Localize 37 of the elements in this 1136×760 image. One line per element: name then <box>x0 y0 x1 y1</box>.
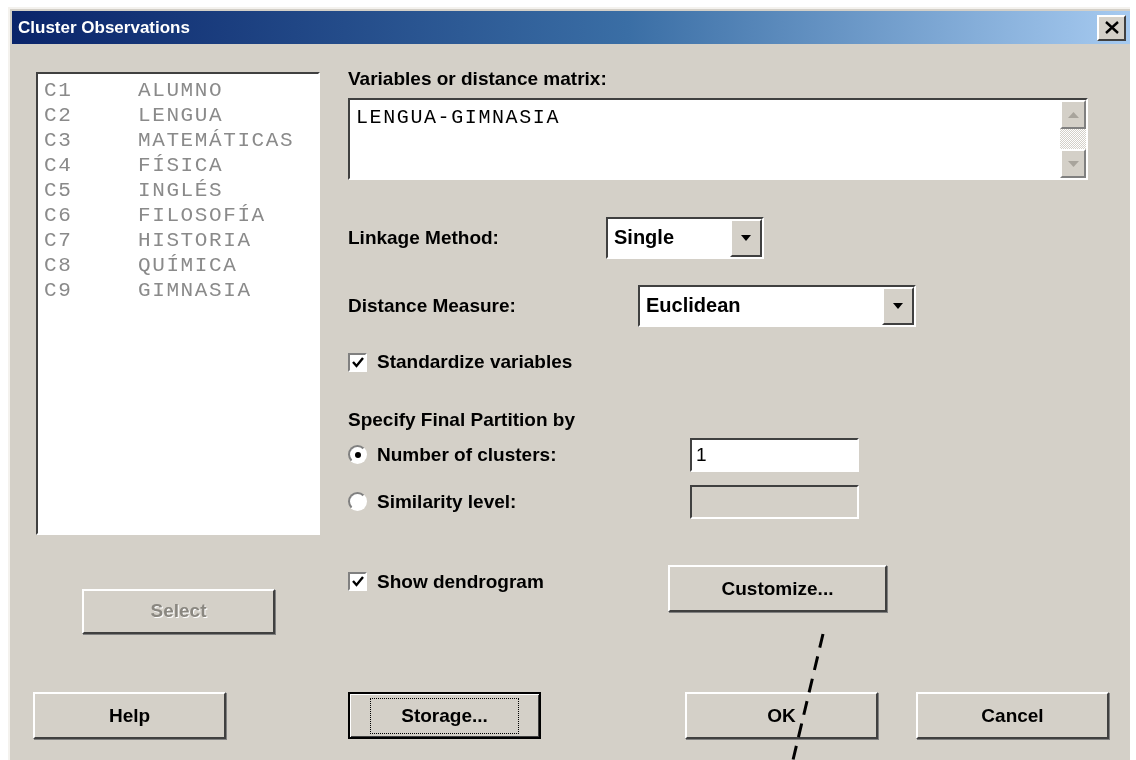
customize-button[interactable]: Customize... <box>668 565 887 612</box>
up-arrow-icon <box>1067 111 1079 118</box>
close-button[interactable] <box>1097 14 1126 41</box>
dialog-button[interactable]: Help <box>33 692 226 739</box>
distance-dropdown[interactable]: Euclidean <box>638 285 916 327</box>
column-list-item[interactable]: C1 ALUMNO <box>44 78 312 103</box>
down-arrow-icon <box>1067 160 1079 167</box>
radio-button[interactable] <box>348 445 367 464</box>
dropdown-arrow-icon <box>893 303 903 309</box>
linkage-dropdown[interactable]: Single <box>606 217 764 259</box>
section-heading: Specify Final Partition by <box>348 409 575 431</box>
column-list-item[interactable]: C4 FÍSICA <box>44 153 312 178</box>
field-label: Variables or distance matrix: <box>348 68 607 90</box>
checkbox-label: Show dendrogram <box>377 570 544 593</box>
radio-label: Number of clusters: <box>377 443 558 466</box>
checkbox-label: Standardize variables <box>377 351 573 373</box>
close-icon <box>1104 21 1119 34</box>
dialog-button[interactable]: OK <box>685 692 878 739</box>
column-list-item[interactable]: C2 LENGUA <box>44 103 312 128</box>
scroll-bar[interactable] <box>1060 100 1086 178</box>
column-list-item[interactable]: C8 QUÍMICA <box>44 253 312 278</box>
checkbox[interactable] <box>348 352 367 372</box>
column-list-item[interactable]: C6 FILOSOFÍA <box>44 203 312 228</box>
column-list-item[interactable]: C9 GIMNASIA <box>44 278 312 303</box>
dialog-button[interactable]: Cancel <box>916 692 1109 739</box>
field-label: Distance Measure: <box>348 295 517 317</box>
column-list-item[interactable]: C3 MATEMÁTICAS <box>44 128 312 153</box>
window-title: Cluster Observations <box>18 17 190 38</box>
dialog-button[interactable]: Storage... <box>348 692 541 739</box>
dropdown-arrow-icon <box>741 235 751 241</box>
column-list-item[interactable]: C7 HISTORIA <box>44 228 312 253</box>
radio-label: Similarity level: <box>377 490 518 513</box>
variables-field[interactable]: LENGUA-GIMNASIA <box>348 98 1088 180</box>
column-list-item[interactable]: C5 INGLÉS <box>44 178 312 203</box>
value-field[interactable]: 1 <box>690 437 859 472</box>
checkbox[interactable] <box>348 572 367 591</box>
field-label: Linkage Method: <box>348 227 500 249</box>
